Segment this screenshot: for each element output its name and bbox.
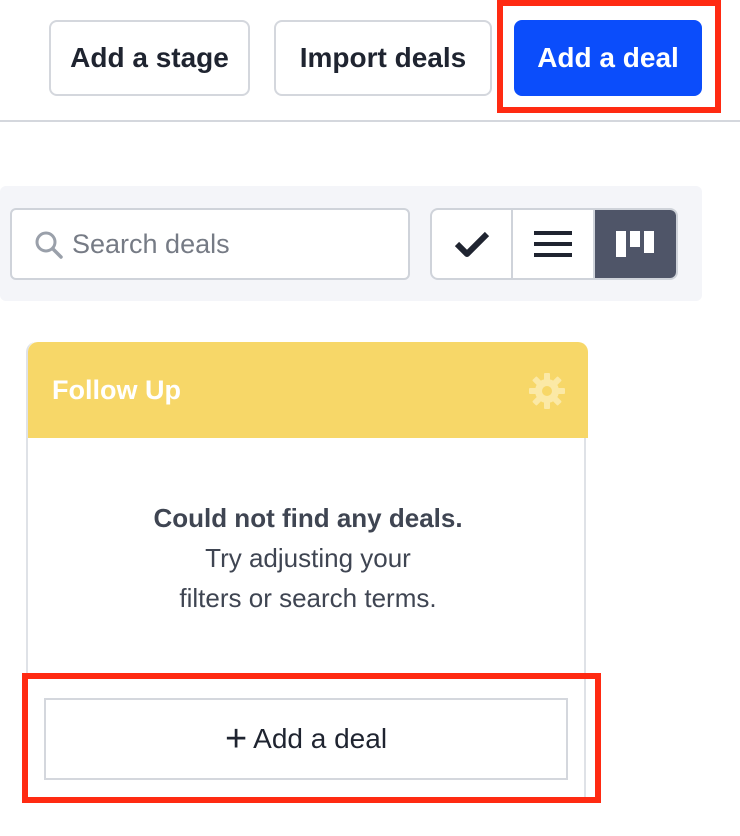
list-view-button[interactable] [513, 210, 595, 278]
search-icon [35, 231, 63, 259]
plus-icon: + [224, 718, 248, 760]
kanban-view-button[interactable] [594, 210, 676, 278]
view-toggle-group [430, 208, 678, 280]
list-icon [534, 231, 573, 257]
search-input[interactable] [72, 212, 402, 276]
empty-state-title: Could not find any deals. [153, 503, 463, 533]
check-icon [454, 231, 489, 257]
stage-add-deal-label: Add a deal [253, 723, 388, 754]
stage-title: Follow Up [52, 374, 181, 405]
empty-state-message: Could not find any deals. Try adjusting … [28, 498, 588, 618]
add-deal-button[interactable]: Add a deal [514, 20, 702, 96]
add-stage-button[interactable]: Add a stage [49, 20, 250, 96]
stage-header: Follow Up [28, 342, 588, 438]
stage-add-deal-button[interactable]: + Add a deal [44, 698, 568, 780]
empty-state-hint-2: filters or search terms. [179, 583, 437, 613]
gear-icon[interactable] [528, 372, 566, 410]
empty-state-hint-1: Try adjusting your [205, 543, 411, 573]
header-divider [0, 120, 740, 122]
import-deals-button[interactable]: Import deals [274, 20, 492, 96]
kanban-icon [616, 231, 655, 257]
check-view-button[interactable] [432, 210, 514, 278]
search-box[interactable] [10, 208, 410, 280]
